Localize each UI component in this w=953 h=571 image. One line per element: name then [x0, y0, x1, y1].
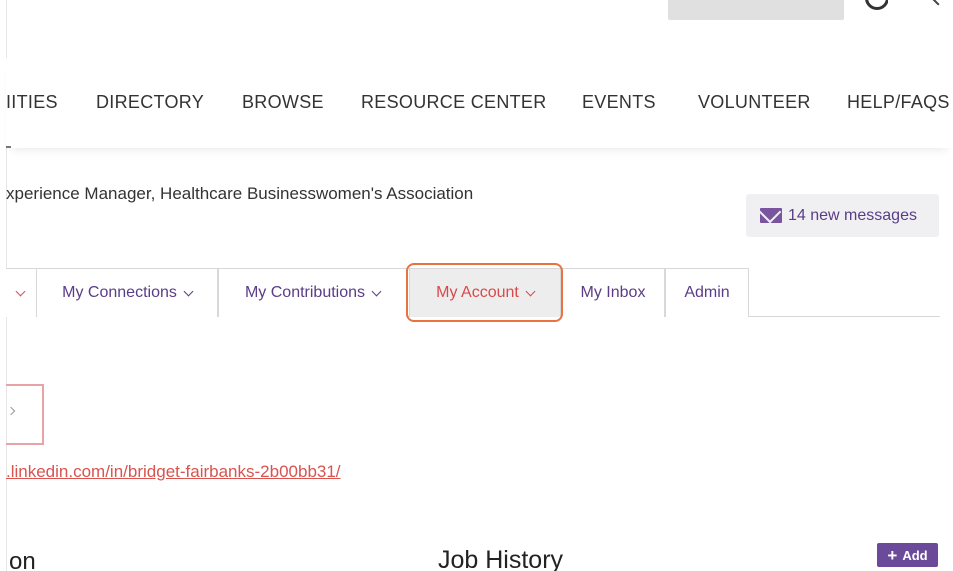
- messages-label: 14 new messages: [788, 206, 917, 224]
- tab-partial[interactable]: [6, 268, 37, 317]
- nav-item-resource-center[interactable]: RESOURCE CENTER: [361, 92, 547, 113]
- nav-item-communities[interactable]: IITIES: [6, 92, 58, 113]
- tab-label: My Contributions: [244, 284, 366, 301]
- section-heading-left: on: [9, 548, 36, 571]
- chevron-down-icon: [15, 286, 26, 296]
- nav-item-help-faqs[interactable]: HELP/FAQS: [847, 92, 950, 113]
- tab-my-connections[interactable]: My Connections: [36, 268, 218, 317]
- tab-my-inbox[interactable]: My Inbox: [561, 268, 665, 317]
- chevron-down-icon: [371, 286, 382, 296]
- chevron-down-icon: [183, 286, 194, 296]
- nav-item-events[interactable]: EVENTS: [582, 92, 656, 113]
- chevron-down-icon: [525, 286, 536, 296]
- profile-subtitle: xperience Manager, Healthcare Businesswo…: [6, 184, 474, 203]
- tab-label: Admin: [684, 284, 730, 301]
- search-icon[interactable]: [926, 0, 946, 14]
- plus-icon: +: [887, 545, 898, 565]
- profile-field-box[interactable]: [6, 384, 44, 445]
- tab-label: My Inbox: [580, 284, 646, 301]
- add-label: Add: [902, 547, 928, 563]
- tab-label: My Connections: [62, 284, 177, 301]
- nav-item-volunteer[interactable]: VOLUNTEER: [698, 92, 811, 113]
- nav-item-browse[interactable]: BROWSE: [242, 92, 324, 113]
- breadcrumb-mark: [6, 146, 11, 148]
- add-job-button[interactable]: + Add: [877, 543, 938, 567]
- messages-button[interactable]: 14 new messages: [746, 194, 939, 237]
- linkedin-link[interactable]: .linkedin.com/in/bridget-fairbanks-2b00b…: [6, 462, 341, 482]
- chevron-right-icon: [6, 406, 16, 416]
- nav-item-directory[interactable]: DIRECTORY: [96, 92, 204, 113]
- search-field[interactable]: [668, 0, 844, 20]
- tab-label: My Account: [436, 284, 519, 301]
- envelope-icon: [760, 208, 782, 223]
- tab-my-account[interactable]: My Account: [409, 268, 561, 317]
- page: IITIES DIRECTORY BROWSE RESOURCE CENTER …: [0, 0, 953, 571]
- user-icon[interactable]: [862, 0, 888, 14]
- tab-my-contributions[interactable]: My Contributions: [218, 268, 407, 317]
- main-nav: IITIES DIRECTORY BROWSE RESOURCE CENTER …: [6, 58, 953, 148]
- job-history-heading: Job History: [438, 546, 564, 571]
- tab-admin[interactable]: Admin: [665, 268, 749, 317]
